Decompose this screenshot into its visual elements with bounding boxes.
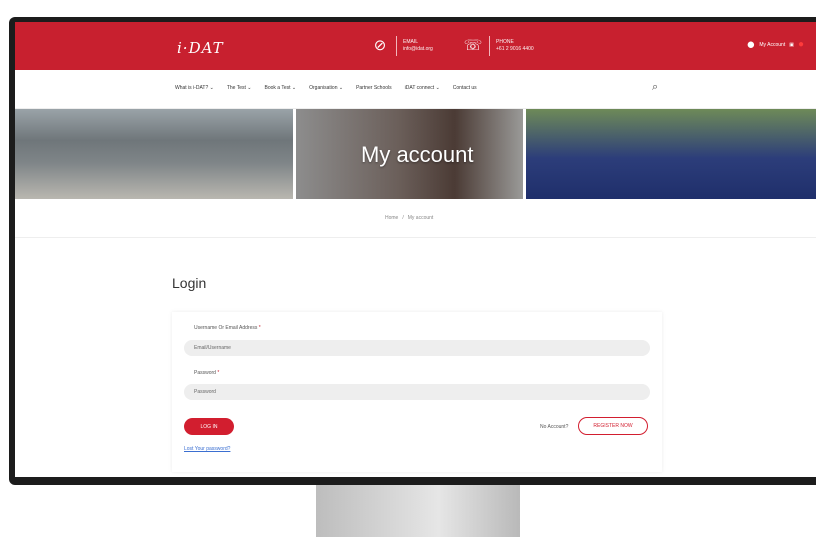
banner-image-uniform-students: [526, 109, 816, 199]
login-heading: Login: [172, 275, 207, 291]
nav-item-contact-us[interactable]: Contact us: [453, 85, 477, 91]
nav-item-idat-connect[interactable]: iDAT connect ⌄: [405, 85, 440, 91]
lost-password-link[interactable]: Lost Your password?: [184, 446, 230, 452]
email-value: info@idat.org: [403, 46, 433, 52]
password-label: Password *: [194, 370, 220, 376]
main-nav: What is i-DAT? ⌄ The Test ⌄ Book a Test …: [15, 70, 816, 109]
breadcrumb-separator: /: [402, 215, 404, 221]
breadcrumb-current: My account: [407, 215, 434, 221]
search-icon[interactable]: ⌕: [652, 81, 658, 94]
divider: [489, 36, 490, 56]
login-form: Username Or Email Address * Password * L…: [172, 312, 662, 472]
email-contact[interactable]: ⊘ EMAIL info@idat.org: [370, 36, 433, 56]
password-input[interactable]: [184, 384, 650, 400]
nav-item-book-a-test[interactable]: Book a Test ⌄: [265, 85, 297, 91]
page-banner: My account: [15, 109, 816, 199]
register-button[interactable]: REGISTER NOW: [578, 417, 648, 435]
red-dot-icon: ●: [797, 39, 804, 50]
nav-item-organisation[interactable]: Organisation ⌄: [309, 85, 343, 91]
phone-contact[interactable]: ☏ PHONE +61 2 9016 4400: [463, 36, 534, 56]
email-icon: ⊘: [373, 37, 387, 54]
phone-title: PHONE: [496, 39, 514, 45]
section-divider: [15, 237, 816, 238]
username-label: Username Or Email Address *: [194, 325, 261, 331]
top-header: i·DAT ⊘ EMAIL info@idat.org ☏ PHONE +61 …: [15, 22, 816, 70]
login-button[interactable]: LOG IN: [184, 418, 234, 435]
flag-icon: ▣: [789, 41, 794, 48]
monitor-stand: [316, 485, 520, 537]
phone-value: +61 2 9016 4400: [496, 46, 534, 52]
divider: [396, 36, 397, 56]
nav-items: What is i-DAT? ⌄ The Test ⌄ Book a Test …: [175, 85, 477, 91]
username-input[interactable]: [184, 340, 650, 356]
breadcrumb-home[interactable]: Home: [385, 215, 398, 221]
account-label: My Account: [759, 41, 786, 48]
my-account-link[interactable]: ● My Account ▣ ●: [746, 36, 804, 53]
phone-icon: ☏: [463, 37, 483, 54]
nav-item-what-is-idat[interactable]: What is i-DAT? ⌄: [175, 85, 214, 91]
site-logo[interactable]: i·DAT: [177, 39, 224, 57]
user-icon: ●: [746, 36, 756, 53]
page-title: My account: [361, 142, 474, 167]
monitor-frame: i·DAT ⊘ EMAIL info@idat.org ☏ PHONE +61 …: [9, 17, 816, 485]
breadcrumb: Home / My account: [385, 215, 433, 221]
email-title: EMAIL: [403, 39, 419, 45]
nav-item-the-test[interactable]: The Test ⌄: [227, 85, 252, 91]
browser-screen: i·DAT ⊘ EMAIL info@idat.org ☏ PHONE +61 …: [15, 22, 816, 477]
banner-image-school: [15, 109, 293, 199]
no-account-text: No Account?: [540, 424, 569, 430]
nav-item-partner-schools[interactable]: Partner Schools: [356, 85, 392, 91]
